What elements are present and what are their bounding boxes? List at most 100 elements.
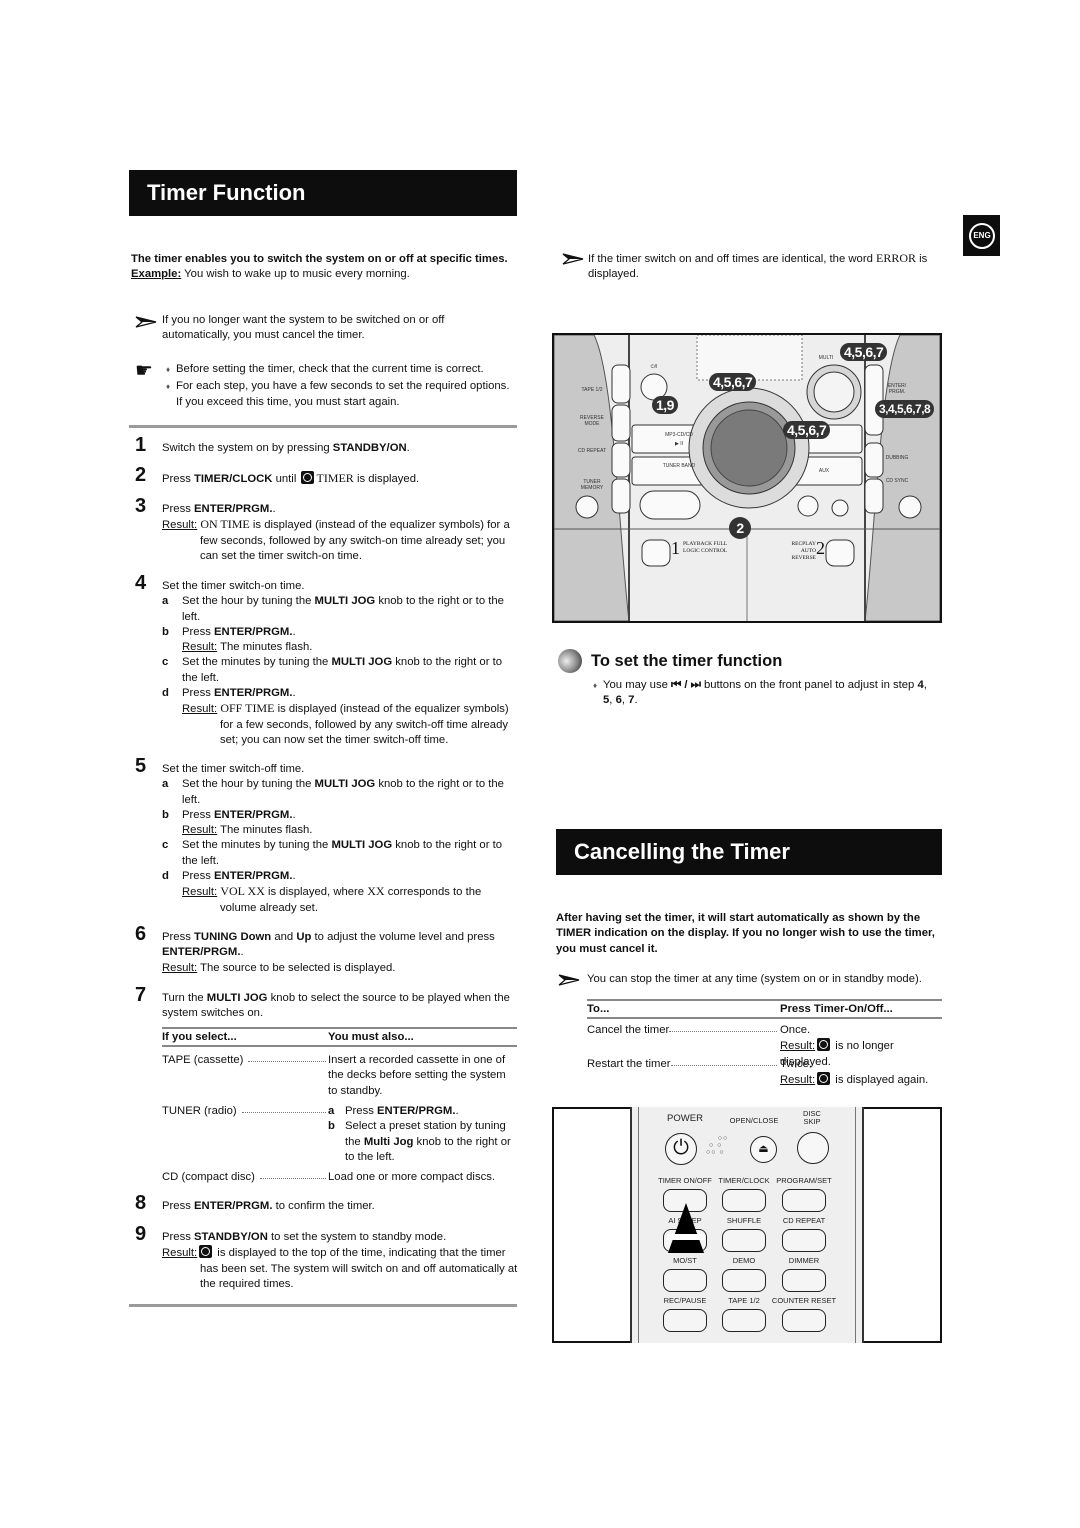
substep-letter: b <box>162 808 169 821</box>
disc-skip-button[interactable] <box>797 1132 829 1164</box>
result-label: Result: <box>162 519 198 532</box>
pointer-arrow-icon <box>667 1203 705 1253</box>
button-name: TUNING Down <box>194 931 272 943</box>
text: . <box>292 625 296 638</box>
note-arrow-icon <box>135 316 157 328</box>
remote-button-rec-pause[interactable] <box>663 1309 707 1332</box>
power-icon: ⏻ <box>673 1137 689 1159</box>
dot-leader <box>671 1057 777 1066</box>
button-name: STANDBY/ON <box>332 442 407 454</box>
text: Set the minutes by tuning the <box>182 656 332 669</box>
button-name: STANDBY/ON <box>194 1231 268 1243</box>
action-name: Restart the timer <box>587 1058 671 1070</box>
remote-button-program-set[interactable] <box>782 1189 826 1212</box>
action-name: Cancel the timer <box>587 1024 670 1036</box>
button-name: ENTER/PRGM. <box>214 808 293 821</box>
text: Press <box>162 931 195 943</box>
button-name: ENTER/PRGM. <box>194 503 273 515</box>
dot-leader <box>248 1053 326 1062</box>
display-text: ERROR <box>876 251 917 265</box>
table-row: TUNER (radio) a Press ENTER/PRGM.. b Selec… <box>162 1104 517 1170</box>
column-header: If you select... <box>162 1031 237 1043</box>
step-2: 2 Press TIMER/CLOCK until TIMER is displ… <box>135 465 518 487</box>
substep-letter: a <box>328 1105 335 1117</box>
result-label: Result: <box>162 961 198 974</box>
tip-text: For each step, you have a few seconds to… <box>176 380 510 408</box>
result-text: The minutes flash. <box>217 824 313 837</box>
remote-button-mo-st[interactable] <box>663 1269 707 1292</box>
intro: The timer enables you to switch the syst… <box>131 252 519 283</box>
knob-name: MULTI JOG <box>314 595 376 608</box>
text: and <box>271 931 297 943</box>
deck-number: 2 <box>816 538 825 558</box>
remote-button-counter-reset[interactable] <box>782 1309 826 1332</box>
remote-button-shuffle[interactable] <box>722 1229 766 1252</box>
device-label: DUBBING <box>885 455 909 461</box>
button-name: ENTER/PRGM. <box>162 946 241 959</box>
remote-button-label: PROGRAM/SET <box>776 1176 832 1185</box>
button-name: ENTER/PRGM. <box>214 625 293 638</box>
step-number: 9 <box>135 1223 147 1245</box>
substep-c: c Set the minutes by tuning the MULTI JOG… <box>162 838 518 869</box>
text: to confirm the timer. <box>272 1200 375 1212</box>
diamond-bullet-icon: ♦ <box>166 382 171 392</box>
step-callout: 3,4,5,6,7,8 <box>875 400 935 418</box>
step-number: 3 <box>135 495 147 517</box>
step-8: 8 Press ENTER/PRGM. to confirm the timer… <box>135 1193 518 1214</box>
text: . <box>292 870 296 883</box>
text: Press <box>182 808 215 821</box>
substep-letter: d <box>162 687 169 700</box>
result-text: The source to be selected is displayed. <box>197 961 396 974</box>
device-front-panel-diagram: TAPE 1/2 REVERSE MODE CD REPEAT TUNER ME… <box>552 333 942 623</box>
remote-button-label: SHUFFLE <box>726 1216 762 1225</box>
result: Result: VOL XX is displayed, where XX co… <box>182 884 518 916</box>
display-text: TIMER <box>316 471 354 485</box>
table-header: If you select... You must also... <box>162 1027 517 1047</box>
text: Press <box>162 1200 195 1212</box>
remote-button-cd-repeat[interactable] <box>782 1229 826 1252</box>
text: Set the minutes by tuning the <box>182 839 332 852</box>
source-action: Load one or more compact discs. <box>328 1171 496 1183</box>
disc-skip-label: DISC SKIP <box>803 1109 821 1126</box>
action-press: Twice. Result: is displayed again. <box>780 1057 945 1089</box>
device-label: ▶ II <box>674 441 683 447</box>
button-name: ENTER/PRGM. <box>214 870 293 883</box>
dot-leader <box>260 1170 326 1179</box>
knob-name: MULTI JOG <box>206 992 268 1004</box>
error-note: If the timer switch on and off times are… <box>588 251 943 283</box>
step-4: 4 Set the timer switch-on time. a Set the… <box>135 573 518 748</box>
text: You may use <box>603 679 672 691</box>
step-callout: 4,5,6,7 <box>840 343 888 361</box>
open-close-button[interactable]: ⏏ <box>750 1136 777 1163</box>
remote-button-timer-clock[interactable] <box>722 1189 766 1212</box>
remote-button-label: REC/PAUSE <box>663 1296 707 1305</box>
remote-button-demo[interactable] <box>722 1269 766 1292</box>
deck-number: 1 <box>671 538 680 558</box>
note-cancel: If you no longer want the system to be s… <box>162 314 445 342</box>
device-label: TUNER MEMORY <box>580 479 604 491</box>
step-text: . <box>406 442 410 454</box>
substep-a: a Set the hour by tuning the MULTI JOG kn… <box>162 777 518 808</box>
dot-leader <box>669 1023 777 1032</box>
skip-buttons-icon: ⏮ / ⏭ <box>671 679 701 691</box>
button-name: ENTER/PRGM. <box>194 1200 273 1212</box>
result-text: is displayed again. <box>832 1074 929 1087</box>
cancel-table: To... Press Timer-On/Off... Cancel the t… <box>587 999 942 1091</box>
text: If the timer switch on and off times are… <box>588 253 876 265</box>
power-button[interactable]: ⏻ <box>665 1133 697 1165</box>
display-text: XX <box>367 884 385 899</box>
step-1: 1 Switch the system on by pressing STAND… <box>135 435 518 456</box>
remote-button-tape-1-2[interactable] <box>722 1309 766 1332</box>
pointing-hand-icon: ☛ <box>135 360 153 382</box>
step-number: 4 <box>135 572 147 594</box>
substep-letter: a <box>162 595 169 608</box>
remote-button-dimmer[interactable] <box>782 1269 826 1292</box>
step-text: is displayed. <box>353 473 420 485</box>
step-callout: 2 <box>729 517 751 539</box>
result-text: is displayed to the top of the time, ind… <box>200 1247 518 1290</box>
step-callout: 4,5,6,7 <box>783 421 831 439</box>
column-header: You must also... <box>328 1031 414 1043</box>
table-row: Restart the timer Twice. Result: is displ… <box>587 1057 942 1091</box>
cancelling-intro: After having set the timer, it will star… <box>556 912 935 955</box>
source-action: a Press ENTER/PRGM.. b Select a preset sta… <box>328 1104 518 1165</box>
